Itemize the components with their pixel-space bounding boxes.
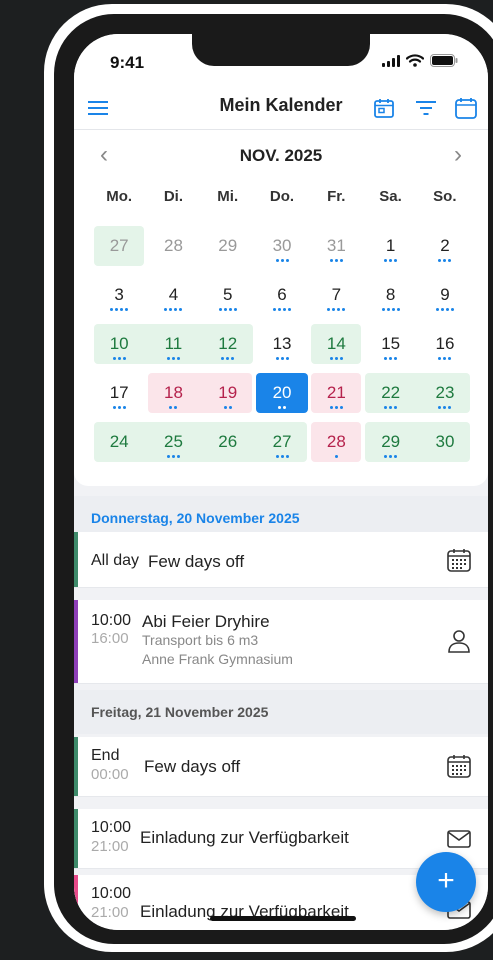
day-cell[interactable]: 23 xyxy=(418,373,472,413)
event-time: 10:00 xyxy=(91,819,132,836)
day-cell[interactable]: 5 xyxy=(201,275,255,315)
month-title: NOV. 2025 xyxy=(239,146,323,165)
week-row: 10 11 12 13 14 15 16 xyxy=(92,324,472,373)
day-cell[interactable]: 29 xyxy=(201,226,255,266)
event-end-time: 00:00 xyxy=(91,766,129,783)
calendar-card: ‹ NOV. 2025 › Mo. Di. Mi. Do. Fr. Sa. So… xyxy=(74,130,488,486)
event-time: 10:00 xyxy=(91,612,132,629)
event-title: Abi Feier Dryhire xyxy=(142,612,270,631)
day-cell[interactable]: 25 xyxy=(146,422,200,462)
weekday-header: Mo. Di. Mi. Do. Fr. Sa. So. xyxy=(92,188,472,205)
day-cell[interactable]: 27 xyxy=(92,226,146,266)
event-color-bar xyxy=(74,875,78,930)
weekday-label: Do. xyxy=(269,188,295,205)
month-grid: 27 28 29 30 31 1 2 3 4 5 6 7 8 9 10 11 1… xyxy=(92,226,472,471)
event-title: Einladung zur Verfügbarkeit xyxy=(140,828,349,847)
calendar-grid-icon xyxy=(447,755,471,778)
weekday-label: Sa. xyxy=(379,188,402,205)
add-event-button[interactable]: + xyxy=(416,852,476,912)
week-row: 24 25 26 27 28 29 30 xyxy=(92,422,472,471)
app-header: Mein Kalender xyxy=(74,86,488,130)
battery-icon xyxy=(430,54,458,67)
day-cell[interactable]: 14 xyxy=(309,324,363,364)
event-color-bar xyxy=(74,600,78,683)
status-icons xyxy=(382,54,458,67)
status-time: 9:41 xyxy=(110,53,145,72)
mail-icon xyxy=(447,830,471,848)
day-cell[interactable]: 30 xyxy=(418,422,472,462)
day-cell[interactable]: 28 xyxy=(146,226,200,266)
person-icon xyxy=(448,630,470,653)
app-screen: 9:41 Mein Kalender ‹ NOV. 2025 › Mo. Di.… xyxy=(74,34,488,930)
day-cell[interactable]: 9 xyxy=(418,275,472,315)
filter-icon[interactable] xyxy=(412,94,440,122)
week-row: 17 18 19 20 21 22 23 xyxy=(92,373,472,422)
day-cell[interactable]: 29 xyxy=(364,422,418,462)
day-cell[interactable]: 1 xyxy=(364,226,418,266)
day-cell[interactable]: 21 xyxy=(309,373,363,413)
weekday-label: So. xyxy=(433,188,457,205)
notch xyxy=(192,34,370,66)
day-cell[interactable]: 31 xyxy=(309,226,363,266)
day-cell[interactable]: 7 xyxy=(309,275,363,315)
day-cell[interactable]: 6 xyxy=(255,275,309,315)
day-section-header: Freitag, 21 November 2025 xyxy=(74,690,488,734)
event-row[interactable]: All day Few days off xyxy=(74,532,488,588)
section-title: Freitag, 21 November 2025 xyxy=(91,704,269,720)
day-cell[interactable]: 16 xyxy=(418,324,472,364)
event-color-bar xyxy=(74,809,78,868)
day-cell-selected[interactable]: 20 xyxy=(255,373,309,413)
day-cell[interactable]: 8 xyxy=(364,275,418,315)
event-title: Few days off xyxy=(148,552,245,571)
calendar-grid-icon xyxy=(447,549,471,572)
day-cell[interactable]: 17 xyxy=(92,373,146,413)
event-row[interactable]: End 00:00 Few days off xyxy=(74,737,488,797)
event-time: End xyxy=(91,747,120,764)
event-end-time: 16:00 xyxy=(91,630,129,647)
month-nav: ‹ NOV. 2025 › xyxy=(74,142,488,172)
day-cell[interactable]: 22 xyxy=(364,373,418,413)
day-cell[interactable]: 15 xyxy=(364,324,418,364)
event-time: All day xyxy=(91,552,140,569)
event-time: 10:00 xyxy=(91,885,132,902)
day-cell[interactable]: 24 xyxy=(92,422,146,462)
day-cell[interactable]: 19 xyxy=(201,373,255,413)
calendar-view-icon[interactable] xyxy=(452,94,480,122)
event-location: Anne Frank Gymnasium xyxy=(142,651,293,667)
day-cell[interactable]: 27 xyxy=(255,422,309,462)
home-indicator xyxy=(210,916,356,921)
week-row: 27 28 29 30 31 1 2 xyxy=(92,226,472,275)
event-end-time: 21:00 xyxy=(91,904,129,921)
section-title: Donnerstag, 20 November 2025 xyxy=(91,510,300,526)
day-cell[interactable]: 10 xyxy=(92,324,146,364)
wifi-icon xyxy=(406,54,424,67)
week-row: 3 4 5 6 7 8 9 xyxy=(92,275,472,324)
event-color-bar xyxy=(74,532,78,587)
day-cell[interactable]: 3 xyxy=(92,275,146,315)
event-color-bar xyxy=(74,737,78,796)
day-cell[interactable]: 12 xyxy=(201,324,255,364)
signal-icon xyxy=(382,54,400,67)
day-cell[interactable]: 13 xyxy=(255,324,309,364)
event-end-time: 21:00 xyxy=(91,838,129,855)
day-cell[interactable]: 18 xyxy=(146,373,200,413)
day-cell[interactable]: 28 xyxy=(309,422,363,462)
day-cell[interactable]: 2 xyxy=(418,226,472,266)
calendar-today-icon[interactable] xyxy=(370,94,398,122)
event-row[interactable]: 10:00 16:00 Abi Feier Dryhire Transport … xyxy=(74,600,488,684)
next-month-icon[interactable]: › xyxy=(446,143,470,168)
day-cell[interactable]: 30 xyxy=(255,226,309,266)
event-title: Few days off xyxy=(144,757,241,776)
day-cell[interactable]: 4 xyxy=(146,275,200,315)
weekday-label: Fr. xyxy=(327,188,346,205)
weekday-label: Mo. xyxy=(106,188,133,205)
event-subtitle: Transport bis 6 m3 xyxy=(142,632,259,648)
day-cell[interactable]: 11 xyxy=(146,324,200,364)
day-cell[interactable]: 26 xyxy=(201,422,255,462)
weekday-label: Mi. xyxy=(217,188,239,205)
weekday-label: Di. xyxy=(163,188,183,205)
